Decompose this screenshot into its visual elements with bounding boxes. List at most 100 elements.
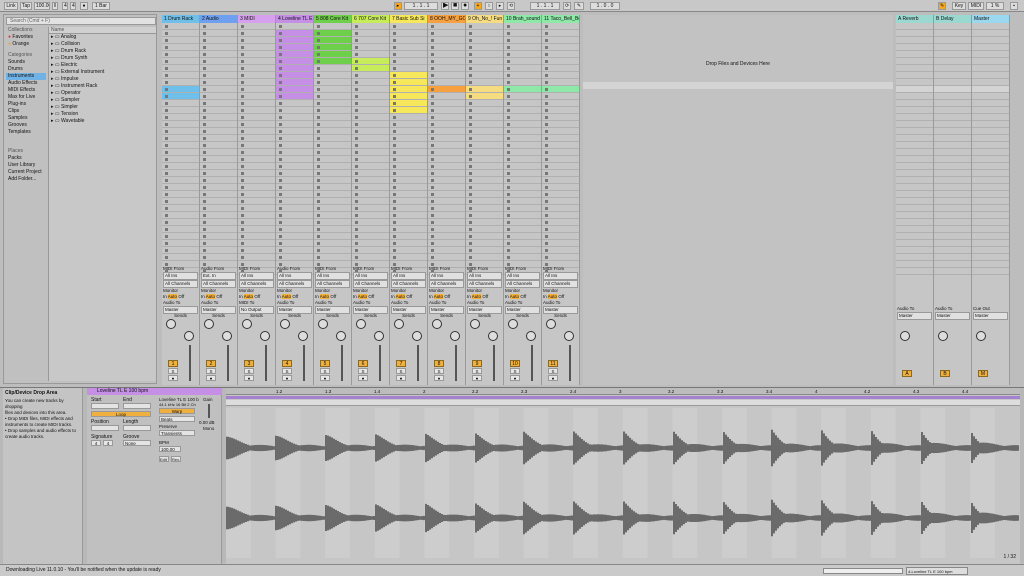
loop-start-field[interactable]: 1 . 1 . 1 <box>530 2 560 10</box>
clip-slot[interactable] <box>200 156 237 163</box>
clip-slot[interactable] <box>314 30 351 37</box>
clip-slot[interactable] <box>352 128 389 135</box>
clip-slot[interactable] <box>934 58 971 65</box>
clip-slot[interactable] <box>972 268 1009 275</box>
clip-slot[interactable] <box>314 72 351 79</box>
clip-slot[interactable] <box>238 79 275 86</box>
browser-item[interactable]: ▸ ▭ Drum Rack <box>49 48 156 55</box>
clip-slot[interactable] <box>542 23 579 30</box>
clip-slot[interactable] <box>352 114 389 121</box>
clip-slot[interactable] <box>276 114 313 121</box>
clip-slot[interactable] <box>276 128 313 135</box>
clip-slot[interactable] <box>428 212 465 219</box>
clip-slot[interactable] <box>238 233 275 240</box>
clip-slot[interactable] <box>238 23 275 30</box>
clip-slot[interactable] <box>542 247 579 254</box>
clip-slot[interactable] <box>200 79 237 86</box>
clip-slot[interactable] <box>504 93 541 100</box>
solo-button[interactable]: S <box>510 368 520 374</box>
clip-slot[interactable] <box>276 37 313 44</box>
clip-slot[interactable] <box>896 261 933 268</box>
input-select[interactable]: All Ins <box>429 272 464 280</box>
clip-slot[interactable] <box>162 254 199 261</box>
clip-slot[interactable] <box>896 86 933 93</box>
clip-slot[interactable] <box>162 212 199 219</box>
clip-slot[interactable] <box>466 121 503 128</box>
clip-slot[interactable] <box>162 114 199 121</box>
clip-slot[interactable] <box>896 128 933 135</box>
clip-slot[interactable] <box>276 212 313 219</box>
clip-slot[interactable] <box>390 247 427 254</box>
clip-slot[interactable] <box>428 58 465 65</box>
clip-slot[interactable] <box>352 233 389 240</box>
clip-slot[interactable] <box>542 72 579 79</box>
clip-slot[interactable] <box>238 254 275 261</box>
track-activator[interactable]: 5 <box>320 360 330 367</box>
browser-item[interactable]: ▸ ▭ Operator <box>49 90 156 97</box>
clip-slot[interactable] <box>238 37 275 44</box>
input-channel-select[interactable]: All Channels <box>163 280 198 288</box>
clip-slot[interactable] <box>162 226 199 233</box>
clip-slot[interactable] <box>200 100 237 107</box>
draw-mode-icon[interactable]: ✎ <box>574 2 584 10</box>
clip-slot[interactable] <box>276 121 313 128</box>
clip-slot[interactable] <box>428 51 465 58</box>
clip-slot[interactable] <box>162 65 199 72</box>
clip-slot[interactable] <box>896 268 933 275</box>
clip-slot[interactable] <box>466 170 503 177</box>
clip-slot[interactable] <box>390 58 427 65</box>
solo-button[interactable]: S <box>472 368 482 374</box>
browser-item[interactable]: ▸ ▭ Sampler <box>49 97 156 104</box>
clip-slot[interactable] <box>200 128 237 135</box>
clip-slot[interactable] <box>896 177 933 184</box>
clip-slot[interactable] <box>972 79 1009 86</box>
clip-slot[interactable] <box>390 100 427 107</box>
clip-slot[interactable] <box>200 93 237 100</box>
clip-slot[interactable] <box>542 254 579 261</box>
clip-slot[interactable] <box>972 247 1009 254</box>
solo-button[interactable]: S <box>244 368 254 374</box>
clip-slot[interactable] <box>390 191 427 198</box>
clip-slot[interactable] <box>466 149 503 156</box>
clip-slot[interactable] <box>542 100 579 107</box>
clip-slot[interactable] <box>972 156 1009 163</box>
clip-slot[interactable] <box>504 114 541 121</box>
clip-slot[interactable] <box>896 163 933 170</box>
warp-button[interactable]: Warp <box>159 408 195 414</box>
overview-strip[interactable] <box>823 568 903 574</box>
clip-slot[interactable] <box>934 240 971 247</box>
browser-item[interactable]: ▸ ▭ Drum Synth <box>49 55 156 62</box>
clip-slot[interactable] <box>238 226 275 233</box>
clip-slot[interactable] <box>504 58 541 65</box>
clip-slot[interactable] <box>352 37 389 44</box>
clip-slot[interactable] <box>542 37 579 44</box>
clip-slot[interactable] <box>972 37 1009 44</box>
clip-slot[interactable] <box>390 156 427 163</box>
clip-slot[interactable] <box>390 135 427 142</box>
volume-fader[interactable] <box>531 345 533 381</box>
clip-slot[interactable] <box>428 240 465 247</box>
clip-slot[interactable] <box>428 93 465 100</box>
clip-slot[interactable] <box>466 37 503 44</box>
send-knob[interactable] <box>488 331 498 341</box>
clip-slot[interactable] <box>934 198 971 205</box>
clip-slot[interactable] <box>542 149 579 156</box>
clip-slot[interactable] <box>896 72 933 79</box>
clip-slot[interactable] <box>352 86 389 93</box>
clip-slot[interactable] <box>276 79 313 86</box>
clip-slot[interactable] <box>428 65 465 72</box>
input-channel-select[interactable]: All Channels <box>239 280 274 288</box>
clip-slot[interactable] <box>238 44 275 51</box>
clip-slot[interactable] <box>352 58 389 65</box>
clip-slot[interactable] <box>352 170 389 177</box>
clip-slot[interactable] <box>352 198 389 205</box>
clip-slot[interactable] <box>238 128 275 135</box>
clip-slot[interactable] <box>200 149 237 156</box>
volume-fader[interactable] <box>493 345 495 381</box>
clip-slot[interactable] <box>504 240 541 247</box>
clip-slot[interactable] <box>200 233 237 240</box>
input-select[interactable]: All Ins <box>543 272 578 280</box>
clip-slot[interactable] <box>390 128 427 135</box>
clip-slot[interactable] <box>276 65 313 72</box>
clip-slot[interactable] <box>314 184 351 191</box>
